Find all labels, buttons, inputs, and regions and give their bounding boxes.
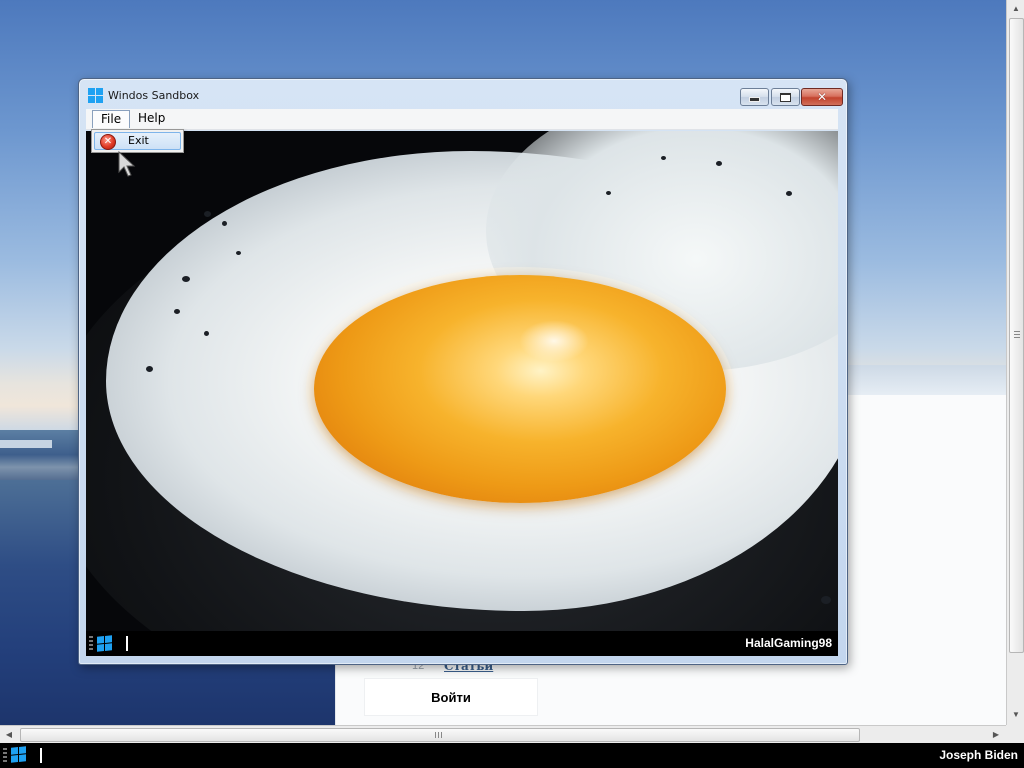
vertical-scroll-thumb[interactable] [1009, 18, 1024, 653]
close-icon: ✕ [816, 90, 828, 104]
close-button[interactable]: ✕ [801, 88, 843, 106]
menu-item-exit-label: Exit [128, 134, 149, 147]
menu-item-exit[interactable]: ✕ Exit [94, 132, 181, 150]
taskbar-user-name: Joseph Biden [939, 748, 1018, 762]
guest-taskbar-grip [89, 636, 93, 651]
yolk-highlight [519, 320, 589, 362]
mouse-pointer-icon [118, 150, 136, 177]
login-button[interactable]: Войти [364, 678, 538, 716]
egg-yolk [314, 275, 726, 503]
scrollbar-corner [1006, 725, 1024, 743]
exit-icon: ✕ [100, 134, 116, 150]
menu-file[interactable]: File [92, 110, 131, 128]
scroll-up-icon[interactable]: ▲ [1009, 1, 1023, 17]
guest-user-name: HalalGaming98 [745, 636, 832, 650]
guest-start-icon[interactable] [97, 635, 112, 652]
taskbar: Joseph Biden [0, 743, 1024, 768]
start-button-icon[interactable] [11, 746, 26, 763]
taskbar-text-cursor [40, 748, 42, 763]
menu-bar: File Help [86, 109, 838, 130]
scroll-down-icon[interactable]: ▼ [1009, 707, 1023, 723]
minimize-icon [749, 97, 760, 102]
horizontal-scrollbar[interactable]: ◀ ▶ [0, 725, 1006, 744]
window-title: Windos Sandbox [108, 89, 200, 102]
horizontal-scroll-thumb[interactable] [20, 728, 860, 742]
guest-taskbar: HalalGaming98 [86, 631, 838, 656]
vertical-scrollbar[interactable]: ▲ ▼ [1006, 0, 1024, 725]
scroll-right-icon[interactable]: ▶ [988, 727, 1004, 743]
minimize-button[interactable] [740, 88, 769, 106]
desktop-wallpaper-highlight [0, 440, 52, 448]
windows-logo-icon [88, 88, 103, 103]
scroll-left-icon[interactable]: ◀ [1, 727, 17, 743]
maximize-button[interactable] [771, 88, 800, 106]
taskbar-grip [3, 748, 7, 763]
menu-help[interactable]: Help [130, 110, 173, 127]
title-bar[interactable]: Windos Sandbox ✕ [79, 79, 847, 109]
sandbox-window[interactable]: Windos Sandbox ✕ File Help HalalGaming98 [78, 78, 848, 665]
guest-text-cursor [126, 636, 128, 651]
maximize-icon [780, 92, 791, 102]
sandbox-guest-screen[interactable] [86, 131, 838, 631]
